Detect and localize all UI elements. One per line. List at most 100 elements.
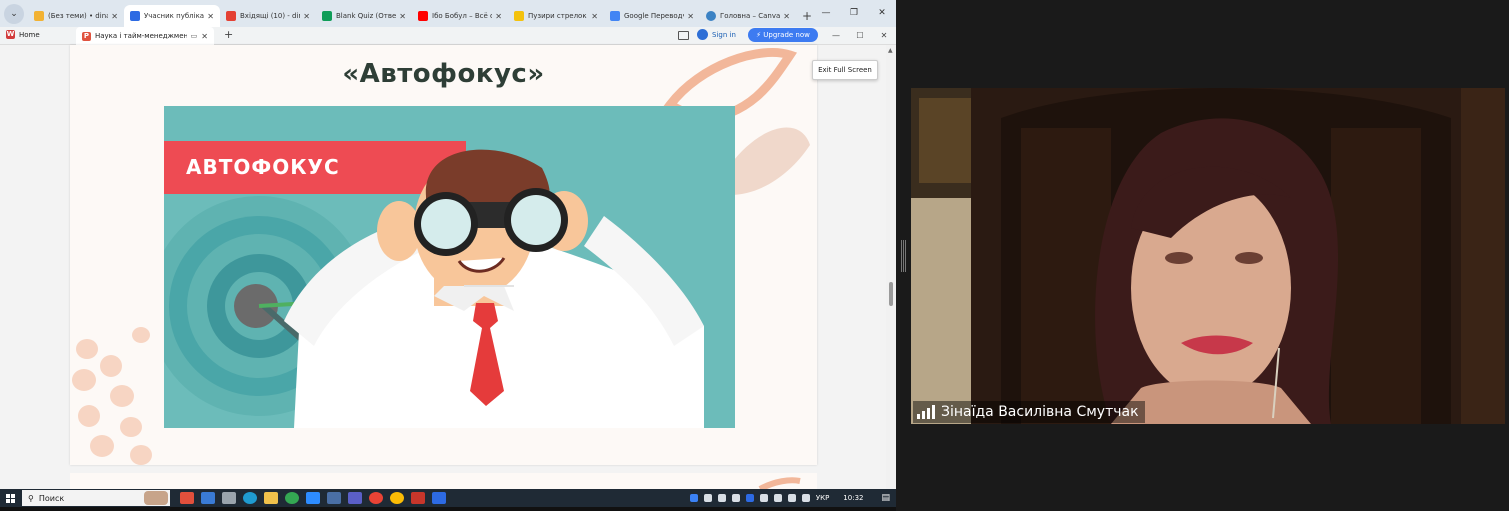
tray-icon[interactable] bbox=[717, 494, 726, 502]
browser-tab[interactable]: (Без теми) • dina ✕ bbox=[28, 5, 124, 27]
slide: «Автофокус» АВТОФОКУС bbox=[70, 45, 817, 465]
maximize-icon[interactable]: ☐ bbox=[848, 27, 872, 45]
search-label: Поиск bbox=[38, 493, 65, 503]
keyboard-language[interactable]: УКР bbox=[816, 494, 829, 502]
document-area: «Автофокус» АВТОФОКУС Exit Full Screen bbox=[0, 45, 896, 493]
dot-decoration bbox=[120, 417, 142, 437]
dot-decoration bbox=[130, 445, 152, 465]
wps-app-icon[interactable] bbox=[411, 492, 425, 504]
zoom-app-icon[interactable] bbox=[432, 492, 446, 504]
search-highlight-image bbox=[144, 491, 168, 505]
taskbar-search[interactable]: ⚲ Поиск bbox=[22, 490, 170, 506]
dot-decoration bbox=[100, 355, 122, 377]
tab-favicon-icon bbox=[226, 11, 236, 21]
tab-window-icon[interactable]: ▭ bbox=[191, 32, 198, 40]
notifications-icon[interactable]: ▤ bbox=[881, 493, 890, 503]
sign-in-button[interactable]: Sign in bbox=[697, 29, 736, 40]
zoom-app-icon[interactable] bbox=[306, 492, 320, 504]
minimize-icon[interactable]: — bbox=[812, 0, 840, 27]
home-tab[interactable]: W Home bbox=[6, 30, 40, 39]
shared-screen: ⌄ (Без теми) • dina✕ Учасник публікації✕… bbox=[0, 0, 896, 511]
close-window-icon[interactable]: ✕ bbox=[868, 0, 896, 27]
participant-nameplate: Зінаїда Василівна Смутчак bbox=[913, 401, 1145, 423]
chrome-app-icon[interactable] bbox=[369, 492, 383, 504]
tab-label: Blank Quiz (Ответы) bbox=[336, 12, 397, 20]
scrollbar-thumb[interactable] bbox=[889, 282, 893, 306]
tab-favicon-icon bbox=[610, 11, 620, 21]
close-icon[interactable]: ✕ bbox=[201, 32, 208, 41]
screen: ⌄ (Без теми) • dina✕ Учасник публікації✕… bbox=[0, 0, 1509, 511]
close-icon[interactable]: ✕ bbox=[591, 12, 598, 21]
close-window-icon[interactable]: ✕ bbox=[872, 27, 896, 45]
edge-app-icon[interactable] bbox=[243, 492, 257, 504]
document-tab-label: Наука і тайм-менеджмент_ес bbox=[94, 32, 187, 40]
chrome-app-icon[interactable] bbox=[390, 492, 404, 504]
split-divider-handle[interactable] bbox=[901, 240, 906, 272]
user-icon bbox=[697, 29, 708, 40]
close-icon[interactable]: ✕ bbox=[207, 12, 214, 21]
tray-icon[interactable] bbox=[731, 494, 740, 502]
restore-icon[interactable]: ❐ bbox=[840, 0, 868, 27]
app-tab-bar: W Home P Наука і тайм-менеджмент_ес ▭ ✕ … bbox=[0, 27, 896, 45]
tray-icon[interactable] bbox=[689, 494, 698, 502]
teams-app-icon[interactable] bbox=[348, 492, 362, 504]
clock[interactable]: 10:32 bbox=[843, 494, 863, 502]
browser-tab[interactable]: Вхідящі (10) - dina✕ bbox=[220, 5, 316, 27]
start-button[interactable] bbox=[0, 489, 20, 507]
network-icon[interactable] bbox=[787, 494, 796, 502]
dot-decoration bbox=[110, 385, 134, 407]
vertical-scrollbar[interactable]: ▲ bbox=[886, 45, 896, 489]
participant-video: Зінаїда Василівна Смутчак bbox=[911, 88, 1505, 424]
close-icon[interactable]: ✕ bbox=[495, 12, 502, 21]
presentation-icon: P bbox=[82, 31, 91, 41]
chrome-app-icon[interactable] bbox=[285, 492, 299, 504]
calendar-app-icon[interactable] bbox=[327, 492, 341, 504]
tab-search-button[interactable]: ⌄ bbox=[4, 4, 24, 24]
microphone-icon[interactable] bbox=[773, 494, 782, 502]
battery-icon[interactable] bbox=[759, 494, 768, 502]
window-controls: — ❐ ✕ bbox=[812, 0, 896, 27]
tab-label: Вхідящі (10) - dina bbox=[240, 12, 300, 20]
minimize-icon[interactable]: — bbox=[824, 27, 848, 45]
close-icon[interactable]: ✕ bbox=[111, 12, 118, 21]
new-document-button[interactable]: + bbox=[224, 28, 233, 41]
upgrade-label: Upgrade now bbox=[763, 31, 810, 39]
dot-decoration bbox=[90, 435, 114, 457]
tab-favicon-icon bbox=[130, 11, 140, 21]
browser-tab[interactable]: Учасник публікації✕ bbox=[124, 5, 220, 27]
browser-tab[interactable]: Ібо Бобул – Всё о ✕ bbox=[412, 5, 508, 27]
exit-full-screen-button[interactable]: Exit Full Screen bbox=[812, 60, 878, 80]
browser-tab[interactable]: Головна – Canva ✕ bbox=[700, 5, 796, 27]
dot-decoration bbox=[76, 339, 98, 359]
document-tab[interactable]: P Наука і тайм-менеджмент_ес ▭ ✕ bbox=[76, 27, 214, 45]
browser-tab[interactable]: Пузири стрелок ✕ bbox=[508, 5, 604, 27]
close-icon[interactable]: ✕ bbox=[399, 12, 406, 21]
dot-decoration bbox=[78, 405, 100, 427]
search-icon: ⚲ bbox=[28, 493, 34, 503]
close-icon[interactable]: ✕ bbox=[303, 12, 310, 21]
close-icon[interactable]: ✕ bbox=[783, 12, 790, 21]
tab-favicon-icon bbox=[34, 11, 44, 21]
upgrade-button[interactable]: ⚡ Upgrade now bbox=[748, 28, 818, 42]
calculator-app-icon[interactable] bbox=[222, 492, 236, 504]
browser-tab[interactable]: Google Переводчик✕ bbox=[604, 5, 700, 27]
volume-icon[interactable] bbox=[801, 494, 810, 502]
tab-label: Пузири стрелок bbox=[528, 12, 587, 20]
slide-title: «Автофокус» bbox=[342, 59, 545, 89]
browser-tab[interactable]: Blank Quiz (Ответы)✕ bbox=[316, 5, 412, 27]
tab-label: Головна – Canva bbox=[720, 12, 781, 20]
panel-toggle-icon[interactable] bbox=[678, 31, 689, 40]
tray-icon[interactable] bbox=[745, 494, 754, 502]
close-icon[interactable]: ✕ bbox=[687, 12, 694, 21]
target-binoculars-man-icon bbox=[164, 149, 704, 428]
mail-app-icon[interactable] bbox=[201, 492, 215, 504]
dot-decoration bbox=[132, 327, 150, 343]
tab-label: (Без теми) • dina bbox=[48, 12, 109, 20]
windows-taskbar: ⚲ Поиск УКР 10:32 ▤ bbox=[0, 489, 896, 507]
tray-icon[interactable] bbox=[703, 494, 712, 502]
explorer-app-icon[interactable] bbox=[264, 492, 278, 504]
app-window-controls: — ☐ ✕ bbox=[824, 27, 896, 45]
scroll-up-icon[interactable]: ▲ bbox=[888, 47, 893, 54]
wps-app-icon[interactable] bbox=[180, 492, 194, 504]
tab-label: Ібо Бобул – Всё о bbox=[432, 12, 493, 20]
